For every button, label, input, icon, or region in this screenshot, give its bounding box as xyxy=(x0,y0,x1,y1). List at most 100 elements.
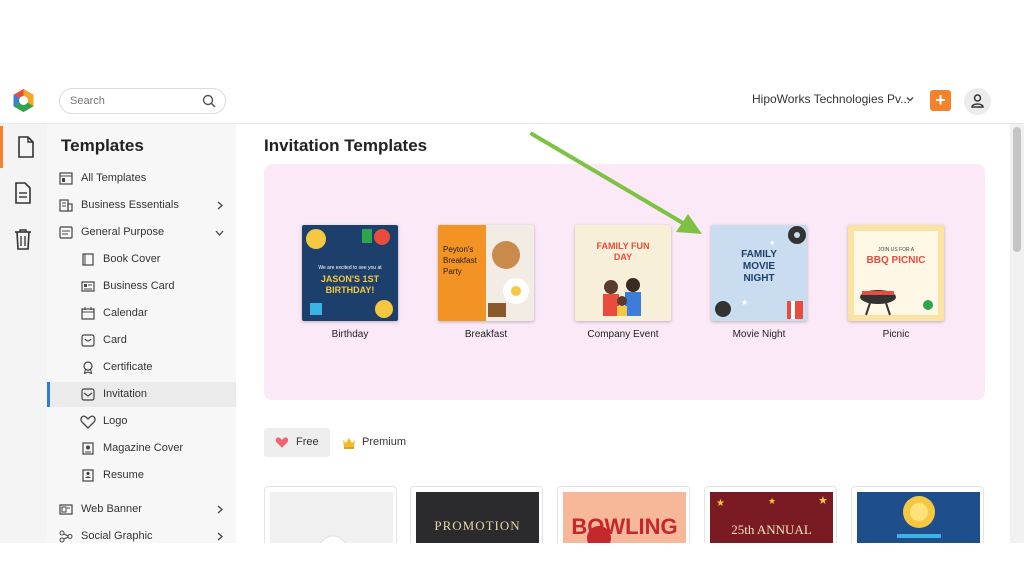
category-label: Birthday xyxy=(331,329,369,340)
template-preview: PROMOTION xyxy=(416,492,539,543)
web-banner-icon xyxy=(59,504,73,515)
app-logo-icon[interactable] xyxy=(11,88,36,113)
chevron-right-icon[interactable] xyxy=(215,505,224,514)
sidebar-item-label: Book Cover xyxy=(103,253,161,265)
scrollbar[interactable] xyxy=(1010,124,1024,543)
template-card[interactable]: ★ ★ ★ 25th ANNUAL xyxy=(704,486,837,543)
template-card[interactable] xyxy=(851,486,984,543)
sidebar-item-label: Calendar xyxy=(103,307,148,319)
file-text-icon xyxy=(15,182,31,204)
chevron-down-icon[interactable] xyxy=(905,94,915,104)
svg-text:★: ★ xyxy=(716,498,725,509)
sidebar-item-label: Magazine Cover xyxy=(103,442,184,454)
template-card[interactable]: PROMOTION xyxy=(410,486,543,543)
premium-filter-button[interactable]: Premium xyxy=(342,428,422,457)
sidebar-item-label: All Templates xyxy=(81,172,147,184)
free-filter-label: Free xyxy=(296,436,319,448)
invitation-icon xyxy=(81,388,95,401)
sidebar-item-label: Business Essentials xyxy=(81,199,179,211)
app-window: HipoWorks Technologies Pv... + xyxy=(0,80,1024,543)
sidebar-item-card[interactable]: Card xyxy=(47,328,236,353)
light-bulb-icon xyxy=(897,496,941,538)
sidebar-item-social-graphic[interactable]: Social Graphic xyxy=(47,524,236,543)
svg-text:★: ★ xyxy=(818,495,828,507)
scrollbar-thumb[interactable] xyxy=(1013,127,1021,252)
sidebar-item-label: Card xyxy=(103,334,127,346)
breakfast-line-2: Breakfast xyxy=(443,256,477,265)
chevron-right-icon[interactable] xyxy=(215,201,224,210)
birthday-line-2: JASON'S 1ST xyxy=(320,274,380,284)
sidebar-item-label: Resume xyxy=(103,469,144,481)
create-button[interactable]: + xyxy=(930,90,951,111)
movie-line-2: MOVIE xyxy=(742,261,776,272)
user-icon xyxy=(971,94,984,108)
breakfast-line-3: Party xyxy=(443,267,462,276)
sidebar-item-label: General Purpose xyxy=(81,226,165,238)
organization-name[interactable]: HipoWorks Technologies Pv... xyxy=(752,92,910,106)
top-bar: HipoWorks Technologies Pv... + xyxy=(0,80,1024,124)
icon-rail xyxy=(0,124,47,543)
sidebar-item-certificate[interactable]: Certificate xyxy=(47,355,236,380)
rail-templates[interactable] xyxy=(0,126,47,168)
resume-icon xyxy=(82,469,94,482)
user-menu-button[interactable] xyxy=(964,88,991,115)
category-label: Movie Night xyxy=(732,329,786,340)
magazine-icon xyxy=(82,442,94,455)
sidebar-title: Templates xyxy=(61,136,144,155)
sidebar-item-magazine-cover[interactable]: Magazine Cover xyxy=(47,436,236,461)
chevron-down-icon[interactable] xyxy=(215,228,224,237)
sidebar-item-business-essentials[interactable]: Business Essentials xyxy=(47,193,236,218)
template-card[interactable]: BOWLING xyxy=(557,486,690,543)
category-label: Picnic xyxy=(882,329,910,340)
free-filter-button[interactable]: Free xyxy=(264,428,330,457)
template-card-text: 25th ANNUAL xyxy=(731,522,812,537)
sidebar-item-calendar[interactable]: Calendar xyxy=(47,301,236,326)
card-icon xyxy=(81,334,95,347)
building-icon xyxy=(59,199,73,212)
sidebar-item-label: Logo xyxy=(103,415,128,427)
heart-icon xyxy=(80,415,96,429)
template-card-text: PROMOTION xyxy=(434,518,521,533)
sidebar-item-logo[interactable]: Logo xyxy=(47,409,236,434)
svg-text:★: ★ xyxy=(741,298,748,307)
general-purpose-icon xyxy=(59,226,73,239)
sidebar-item-label: Web Banner xyxy=(81,503,142,515)
category-label: Breakfast xyxy=(464,329,508,340)
template-preview: BOWLING xyxy=(563,492,686,543)
crown-icon xyxy=(343,438,355,449)
chevron-right-icon[interactable] xyxy=(215,532,224,541)
sidebar-item-label: Certificate xyxy=(103,361,153,373)
premium-filter-label: Premium xyxy=(362,436,407,448)
rail-trash[interactable] xyxy=(0,218,47,260)
template-preview: ★ ★ ★ 25th ANNUAL xyxy=(710,492,833,543)
template-preview xyxy=(857,492,980,543)
movie-line-3: NIGHT xyxy=(743,273,775,284)
sidebar-item-label: Social Graphic xyxy=(81,530,153,542)
calendar-icon xyxy=(81,307,95,320)
svg-text:★: ★ xyxy=(768,496,776,506)
main-content: Invitation Templates We are excited to s… xyxy=(236,124,1010,543)
document-icon xyxy=(18,136,34,158)
annotation-arrow-icon xyxy=(530,132,702,234)
category-label: Company Event xyxy=(587,329,659,340)
rail-documents[interactable] xyxy=(0,172,47,214)
sidebar-item-business-card[interactable]: Business Card xyxy=(47,274,236,299)
birthday-line-1: We are excited to see you at xyxy=(318,265,382,271)
business-card-icon xyxy=(81,281,95,292)
search-icon[interactable] xyxy=(202,94,216,108)
sidebar-item-all-templates[interactable]: All Templates xyxy=(47,166,236,191)
template-card[interactable] xyxy=(264,486,397,543)
sidebar-item-label: Business Card xyxy=(103,280,175,292)
sidebar-item-invitation[interactable]: Invitation xyxy=(47,382,236,407)
sidebar-item-resume[interactable]: Resume xyxy=(47,463,236,488)
search-input[interactable] xyxy=(70,89,200,113)
search-box[interactable] xyxy=(59,88,226,114)
sidebar-item-web-banner[interactable]: Web Banner xyxy=(47,497,236,522)
trash-icon xyxy=(15,229,31,250)
all-templates-icon xyxy=(59,172,73,185)
sidebar-item-general-purpose[interactable]: General Purpose xyxy=(47,220,236,245)
certificate-icon xyxy=(83,361,93,374)
picnic-line-2: BBQ PICNIC xyxy=(866,255,926,266)
template-preview xyxy=(270,492,393,543)
sidebar-item-book-cover[interactable]: Book Cover xyxy=(47,247,236,272)
